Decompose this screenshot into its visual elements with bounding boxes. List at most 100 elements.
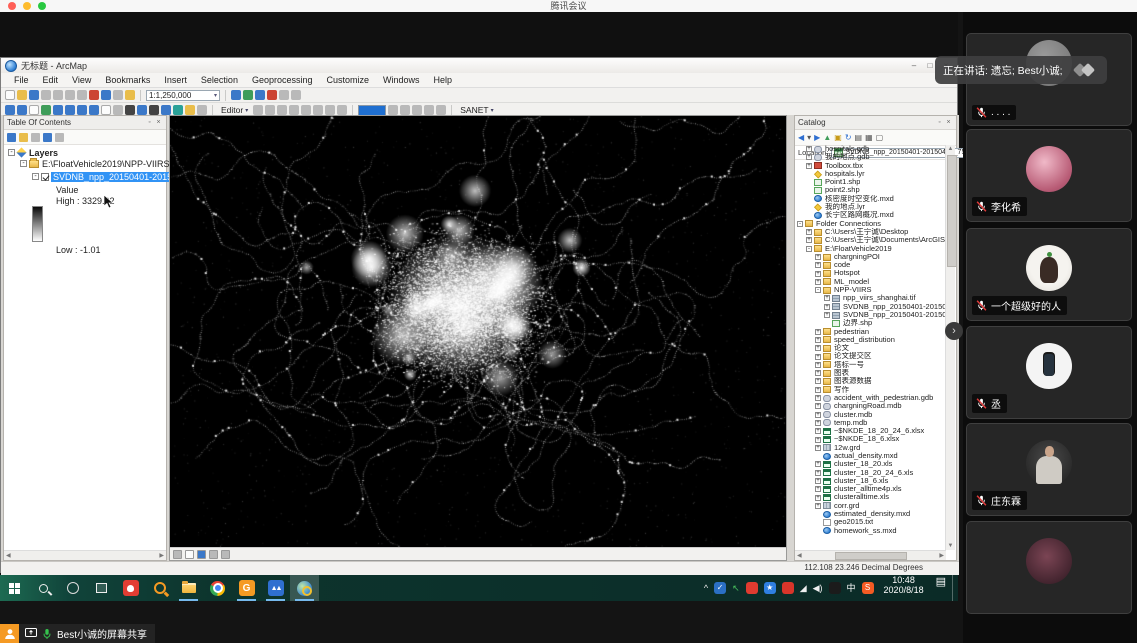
expander-icon[interactable]: +	[815, 437, 821, 443]
toc-raster-layer[interactable]: - SVDNB_npp_20150401-20150430_	[4, 171, 166, 182]
taskbar-arcmap[interactable]	[290, 575, 319, 601]
layer-visibility-checkbox[interactable]	[41, 173, 49, 181]
edit-annotation-icon[interactable]	[265, 105, 275, 115]
catalog-item[interactable]: +hospitals.gdb	[795, 145, 945, 153]
identify-icon[interactable]	[137, 105, 147, 115]
catalog-item[interactable]: +homework_ss.mxd	[795, 527, 945, 535]
catalog-item[interactable]: +cluster_alltime4p.xls	[795, 485, 945, 493]
scroll-right-icon[interactable]: ▶	[939, 552, 944, 559]
go-forward-icon[interactable]: ▶	[814, 134, 820, 142]
catalog-item[interactable]: +code	[795, 261, 945, 269]
show-desktop-button[interactable]	[952, 575, 958, 601]
paste-icon[interactable]	[77, 90, 87, 100]
full-extent-icon[interactable]	[41, 105, 51, 115]
select-features-icon[interactable]	[101, 105, 111, 115]
expander-icon[interactable]: +	[815, 254, 821, 260]
menu-edit[interactable]: Edit	[36, 73, 66, 87]
safety-check-icon[interactable]: ✓	[714, 582, 726, 594]
pan-icon[interactable]	[29, 105, 39, 115]
print-icon[interactable]	[41, 90, 51, 100]
expander-icon[interactable]: +	[815, 362, 821, 368]
clear-selection-icon[interactable]	[113, 105, 123, 115]
taskbar-cortana[interactable]	[58, 575, 87, 601]
expander-icon[interactable]: +	[815, 370, 821, 376]
catalog-horizontal-scrollbar[interactable]: ◀ ▶	[795, 550, 946, 560]
expander-icon[interactable]: +	[824, 295, 830, 301]
catalog-item[interactable]: +temp.mdb	[795, 419, 945, 427]
add-data-icon[interactable]	[125, 90, 135, 100]
volume-icon[interactable]: ◀)	[813, 582, 823, 594]
reshape-icon[interactable]	[337, 105, 347, 115]
scroll-right-icon[interactable]: ▶	[159, 552, 164, 559]
expander-icon[interactable]: +	[815, 420, 821, 426]
taskbar-chrome[interactable]	[203, 575, 232, 601]
expander-icon[interactable]: -	[797, 221, 803, 227]
catalog-item[interactable]: +C:\Users\王宁诚\Desktop	[795, 228, 945, 236]
participant-tile[interactable]: 李化希	[966, 129, 1132, 222]
scroll-left-icon[interactable]: ◀	[797, 552, 802, 559]
expander-icon[interactable]: +	[815, 387, 821, 393]
catalog-item[interactable]: +SVDNB_npp_20150401-20150430_7	[795, 311, 945, 319]
point-tool-icon[interactable]	[313, 105, 323, 115]
expander-icon[interactable]: -	[806, 246, 812, 252]
catalog-item[interactable]: +~$NKDE_18_20_24_6.xlsx	[795, 427, 945, 435]
menu-view[interactable]: View	[65, 73, 98, 87]
catalog-item[interactable]: +写作	[795, 386, 945, 394]
go-forward-extent-icon[interactable]	[89, 105, 99, 115]
catalog-item[interactable]: +ML_model	[795, 278, 945, 286]
layout-view-icon[interactable]	[185, 550, 194, 559]
close-icon[interactable]	[154, 119, 163, 126]
new-document-icon[interactable]	[5, 90, 15, 100]
taskbar-clock[interactable]: 10:48 2020/8/18	[878, 575, 930, 601]
scrollbar-thumb[interactable]	[947, 155, 957, 267]
sketch-properties-icon[interactable]	[400, 105, 410, 115]
expander-icon[interactable]: +	[815, 461, 821, 467]
tree-view-icon[interactable]: ▦	[865, 134, 873, 142]
find-icon[interactable]	[149, 105, 159, 115]
trace-icon[interactable]	[301, 105, 311, 115]
edit-vertices-icon[interactable]	[325, 105, 335, 115]
taskbar-start[interactable]	[0, 575, 29, 601]
catalog-window-icon[interactable]	[243, 90, 253, 100]
catalog-item[interactable]: +SVDNB_npp_20150401-20150430_7	[795, 303, 945, 311]
expander-icon[interactable]: +	[815, 279, 821, 285]
catalog-item[interactable]: +clusteralltime.xls	[795, 493, 945, 501]
list-by-source-icon[interactable]	[19, 133, 28, 142]
pin-icon[interactable]	[935, 119, 944, 126]
tim-icon[interactable]	[746, 582, 758, 594]
catalog-item[interactable]: -Folder Connections	[795, 220, 945, 228]
participants-icon[interactable]	[0, 624, 19, 643]
catalog-item[interactable]: +cluster_18_20_24_6.xls	[795, 469, 945, 477]
editor-menu[interactable]: Editor	[218, 105, 251, 115]
catalog-item[interactable]: +chargningPOI	[795, 253, 945, 261]
catalog-item[interactable]: +C:\Users\王宁诚\Documents\ArcGIS	[795, 236, 945, 244]
expander-icon[interactable]: +	[815, 403, 821, 409]
data-view-icon[interactable]	[173, 550, 182, 559]
list-by-visibility-icon[interactable]	[31, 133, 40, 142]
taskbar-search-tool[interactable]	[145, 575, 174, 601]
fixed-zoom-in-icon[interactable]	[53, 105, 63, 115]
hidden-icons-chevron-icon[interactable]: ^	[704, 582, 708, 594]
catalog-item[interactable]: +核密度时空变化.mxd	[795, 195, 945, 203]
html-popup-icon[interactable]	[197, 105, 207, 115]
cut-icon[interactable]	[53, 90, 63, 100]
catalog-item[interactable]: +cluster_18_6.xls	[795, 477, 945, 485]
catalog-item[interactable]: +corr.grd	[795, 502, 945, 510]
taskbar-file-explorer[interactable]	[174, 575, 203, 601]
expander-icon[interactable]: -	[815, 287, 821, 293]
undo-icon[interactable]	[101, 90, 111, 100]
list-by-drawing-order-icon[interactable]	[7, 133, 16, 142]
participant-tile[interactable]: 丞	[966, 326, 1132, 419]
go-back-icon[interactable]: ◀	[798, 134, 804, 142]
menu-windows[interactable]: Windows	[376, 73, 427, 87]
python-window-icon[interactable]	[279, 90, 289, 100]
catalog-item[interactable]: +chargningRoad.mdb	[795, 402, 945, 410]
expander-icon[interactable]: +	[815, 271, 821, 277]
pin-icon[interactable]	[145, 119, 154, 126]
attributes-icon[interactable]	[388, 105, 398, 115]
create-features-icon[interactable]	[412, 105, 422, 115]
collapse-icon[interactable]: -	[20, 160, 27, 167]
minimize-button[interactable]	[907, 60, 921, 71]
menu-customize[interactable]: Customize	[320, 73, 377, 87]
zoom-in-icon[interactable]	[5, 105, 15, 115]
